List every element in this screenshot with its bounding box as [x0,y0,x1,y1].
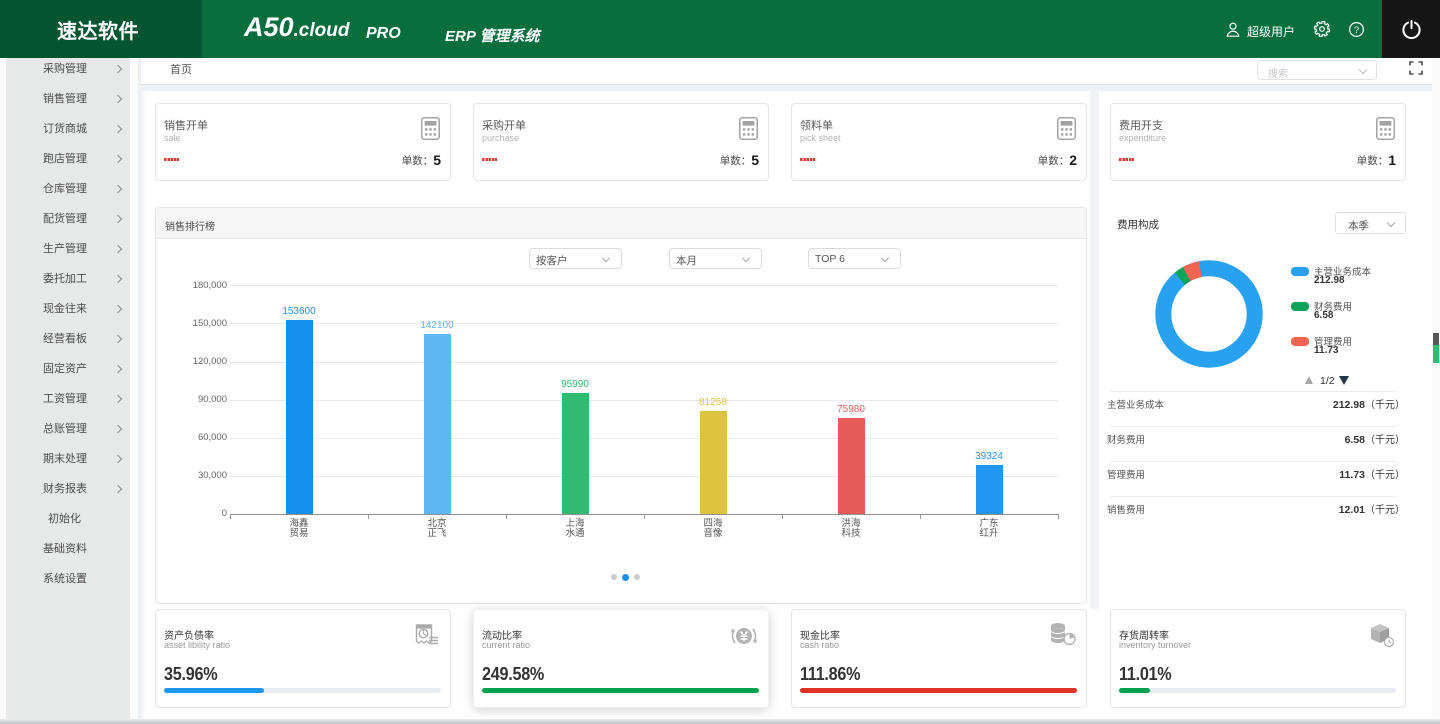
svg-text:?: ? [1354,25,1359,36]
